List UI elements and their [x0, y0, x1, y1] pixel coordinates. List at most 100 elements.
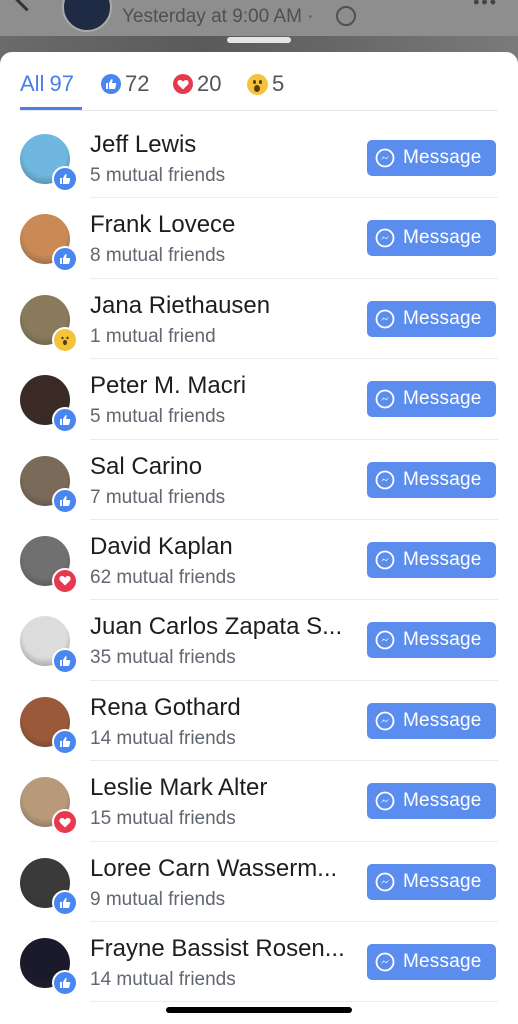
message-button[interactable]: Message	[367, 461, 496, 498]
list-item[interactable]: Leslie Mark Alter 15 mutual friends Mess…	[0, 761, 518, 842]
message-label: Message	[403, 629, 482, 651]
like-badge-icon	[52, 166, 78, 192]
list-item[interactable]: Jana Riethausen 1 mutual friend Message	[0, 279, 518, 360]
message-button[interactable]: Message	[367, 863, 496, 900]
person-name[interactable]: Frank Lovece	[90, 211, 362, 239]
messenger-icon	[375, 550, 395, 570]
person-name[interactable]: Sal Carino	[90, 453, 362, 481]
mutual-friends: 5 mutual friends	[90, 165, 226, 186]
mutual-friends: 8 mutual friends	[90, 245, 226, 267]
message-label: Message	[403, 468, 482, 490]
row-divider	[90, 1001, 498, 1003]
messenger-icon	[375, 952, 395, 972]
person-name[interactable]: Jana Riethausen	[90, 292, 362, 320]
message-button[interactable]: Message	[367, 943, 496, 980]
person-name[interactable]: Leslie Mark Alter	[90, 774, 362, 802]
person-name[interactable]: Rena Gothard	[90, 694, 362, 722]
home-indicator[interactable]	[166, 1007, 352, 1013]
messenger-icon	[375, 791, 395, 811]
message-button[interactable]: Message	[367, 300, 496, 337]
person-name[interactable]: Juan Carlos Zapata S...	[90, 613, 362, 641]
messenger-icon	[375, 309, 395, 329]
page-avatar	[62, 0, 112, 32]
messenger-icon	[375, 630, 395, 650]
message-label: Message	[403, 388, 482, 410]
like-badge-icon	[52, 648, 78, 675]
tab-wow-count: 5	[272, 71, 285, 96]
mutual-friends: 7 mutual friends	[90, 486, 226, 508]
tab-all[interactable]: All 97	[20, 69, 74, 99]
message-button[interactable]: Message	[367, 783, 496, 820]
more-options-icon: •••	[473, 0, 498, 12]
person-name[interactable]: Peter M. Macri	[90, 372, 362, 400]
wow-icon	[247, 73, 268, 95]
list-item[interactable]: Peter M. Macri 5 mutual friends Message	[0, 359, 518, 440]
love-icon	[173, 74, 193, 94]
list-item[interactable]: David Kaplan 62 mutual friends Message	[0, 520, 518, 601]
list-item[interactable]: Rena Gothard 14 mutual friends Message	[0, 681, 518, 762]
reaction-tabs: All 97 72 20 5	[0, 52, 518, 110]
message-button[interactable]: Message	[367, 381, 496, 418]
message-label: Message	[403, 870, 482, 892]
message-label: Message	[403, 709, 482, 731]
tab-like-count: 72	[125, 71, 150, 96]
tab-wow[interactable]: 5	[247, 69, 284, 99]
message-label: Message	[403, 227, 482, 249]
person-name[interactable]: David Kaplan	[90, 533, 362, 561]
like-badge-icon	[52, 407, 78, 434]
person-name[interactable]: Loree Carn Wasserm...	[90, 855, 362, 883]
message-label: Message	[403, 790, 482, 812]
messenger-icon	[375, 470, 395, 489]
messenger-icon	[375, 711, 395, 731]
tab-love[interactable]: 20	[173, 69, 221, 99]
mutual-friends: 14 mutual friends	[90, 727, 236, 749]
tab-all-label: All	[20, 71, 45, 96]
like-badge-icon	[52, 728, 78, 755]
message-button[interactable]: Message	[367, 140, 496, 176]
like-badge-icon	[52, 487, 78, 514]
tab-like[interactable]: 72	[101, 69, 149, 99]
message-label: Message	[403, 950, 482, 972]
list-item[interactable]: Frayne Bassist Rosen... 14 mutual friend…	[0, 922, 518, 1003]
list-item[interactable]: Loree Carn Wasserm... 9 mutual friends M…	[0, 842, 518, 922]
mutual-friends: 14 mutual friends	[90, 968, 236, 990]
back-icon	[11, 0, 42, 12]
sheet-grabber[interactable]	[227, 37, 291, 43]
love-badge-icon	[52, 567, 78, 594]
list-item[interactable]: Sal Carino 7 mutual friends Message	[0, 440, 518, 520]
reactors-list: Jeff Lewis 5 mutual friends Message Fran…	[0, 118, 518, 1003]
like-badge-icon	[52, 246, 78, 273]
like-badge-icon	[52, 969, 78, 996]
tab-all-count: 97	[49, 71, 74, 96]
message-button[interactable]: Message	[367, 541, 496, 578]
globe-icon	[336, 6, 356, 26]
reactions-sheet: All 97 72 20 5 Jeff Lewis 5 mutual frien…	[0, 52, 518, 1024]
message-button[interactable]: Message	[367, 622, 496, 659]
tabs-divider	[20, 110, 498, 111]
wow-badge-icon	[52, 326, 78, 353]
mutual-friends: 15 mutual friends	[90, 808, 236, 830]
messenger-icon	[375, 148, 395, 168]
person-name[interactable]: Frayne Bassist Rosen...	[90, 935, 362, 963]
messenger-icon	[375, 872, 395, 891]
like-badge-icon	[52, 889, 78, 916]
messenger-icon	[375, 228, 395, 248]
mutual-friends: 5 mutual friends	[90, 406, 226, 428]
tab-love-count: 20	[197, 71, 222, 96]
post-timestamp: Yesterday at 9:00 AM ·	[122, 6, 314, 27]
like-icon	[101, 74, 121, 94]
mutual-friends: 1 mutual friend	[90, 325, 216, 347]
messenger-icon	[375, 389, 395, 409]
message-label: Message	[403, 307, 482, 329]
list-item[interactable]: Frank Lovece 8 mutual friends Message	[0, 198, 518, 279]
message-label: Message	[403, 147, 482, 168]
love-badge-icon	[52, 809, 78, 836]
person-name[interactable]: Jeff Lewis	[90, 131, 362, 159]
message-button[interactable]: Message	[367, 220, 496, 257]
message-button[interactable]: Message	[367, 702, 496, 739]
mutual-friends: 35 mutual friends	[90, 647, 236, 669]
list-item[interactable]: Juan Carlos Zapata S... 35 mutual friend…	[0, 600, 518, 681]
list-item[interactable]: Jeff Lewis 5 mutual friends Message	[0, 118, 518, 199]
message-label: Message	[403, 548, 482, 570]
mutual-friends: 62 mutual friends	[90, 566, 236, 588]
